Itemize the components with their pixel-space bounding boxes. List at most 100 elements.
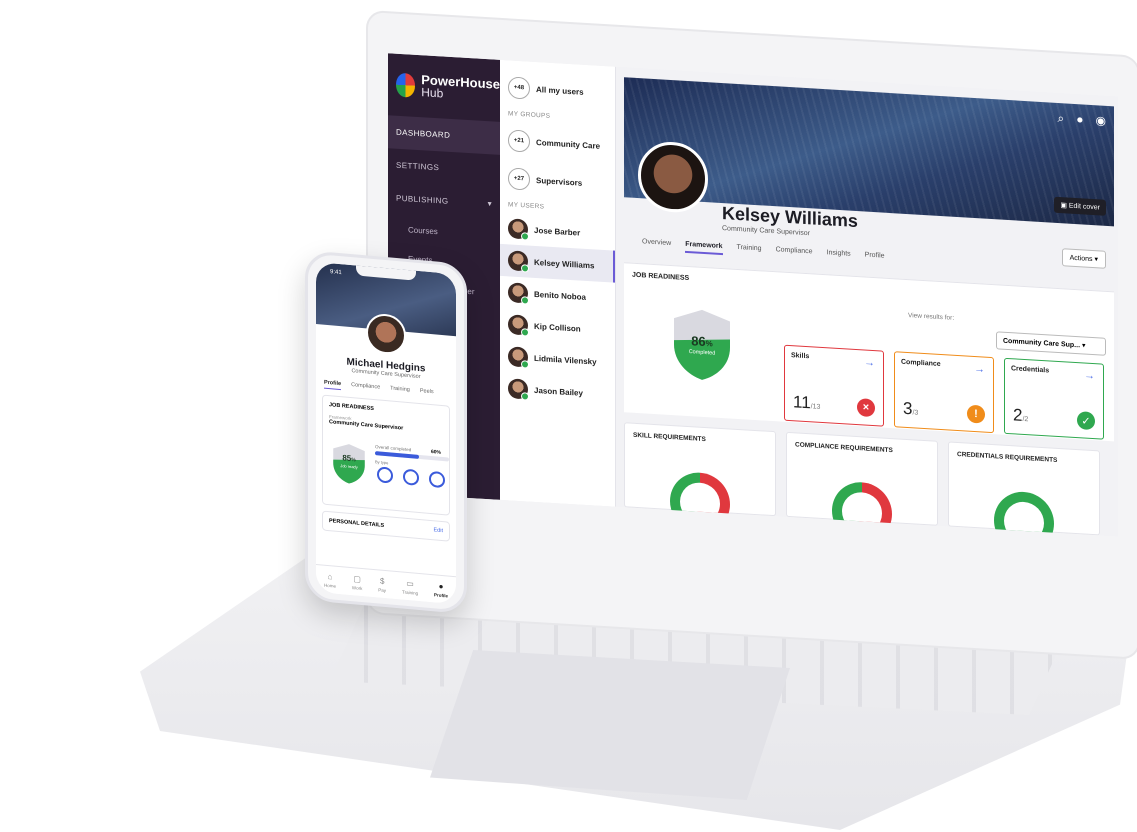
tab-profile[interactable]: Profile [865,252,885,265]
laptop-trackpad [430,650,790,800]
phone-tab-peels[interactable]: Peels [420,388,434,398]
tab-insights[interactable]: Insights [827,249,851,262]
phone-nav-profile[interactable]: ● Profile [434,581,448,598]
phone-by-type-label: By type [375,459,389,466]
users-panel: +48 All my users MY GROUPS +21 Community… [500,59,616,507]
phone-device: 9:41 Michael Hedgins Community Care Supe… [305,250,467,615]
compliance-card-value: 3/3 [903,399,918,420]
notifications-icon[interactable]: ● [1076,112,1083,127]
user-row-jason-bailey[interactable]: Jason Bailey [500,372,615,411]
avatar [508,218,528,240]
edit-cover-button[interactable]: ▣ Edit cover [1054,196,1106,216]
tab-training[interactable]: Training [737,244,762,257]
user-name: Jason Bailey [534,385,583,398]
phone-nav-label: Home [323,582,336,589]
phone-tab-profile[interactable]: Profile [324,379,342,391]
arrow-right-icon[interactable]: → [1084,370,1095,383]
phone-nav-work[interactable]: ▢ Work [352,574,362,591]
readiness-percent-value: 86 [691,333,706,350]
user-name: Lidmila Vilensky [534,353,597,367]
phone-notch [356,265,416,281]
arrow-right-icon[interactable]: → [864,356,875,369]
actions-dropdown[interactable]: Actions ▾ [1061,248,1106,269]
compliance-card[interactable]: Compliance → 3/3 ! [894,351,994,434]
job-readiness-title: JOB READINESS [632,271,690,283]
credentials-card[interactable]: Credentials → 2/2 ✓ [1004,357,1104,440]
group-label: All my users [536,84,584,97]
app-window: PowerHouse Hub DASHBOARD SETTINGS PUBLIS… [388,53,1118,537]
brand-name: PowerHouse Hub [421,72,500,103]
check-icon: ✓ [1077,411,1095,431]
credentials-card-value: 2/2 [1013,405,1028,426]
view-results-label: View results for: [908,312,955,322]
user-name: Benito Noboa [534,289,586,302]
group-label: Community Care [536,137,601,151]
arrow-right-icon[interactable]: → [974,363,985,376]
warning-icon: ! [967,404,985,424]
phone-nav-label: Training [401,588,419,596]
phone-tab-training[interactable]: Training [390,385,410,396]
nav-item-publishing-label: PUBLISHING [396,193,449,206]
phone-type-ring-2 [403,468,419,486]
phone-avatar[interactable] [366,312,406,356]
profile-main: ⌕ ● ◉ ▣ Edit cover Kelsey Williams Commu… [624,77,1114,537]
skill-requirements-title: SKILL REQUIREMENTS [633,431,706,444]
tab-compliance[interactable]: Compliance [776,246,813,260]
chevron-down-icon: ▾ [1081,342,1086,350]
skills-total: /13 [810,403,821,411]
tab-overview[interactable]: Overview [642,238,671,252]
avatar [508,378,528,400]
framework-select-value: Community Care Sup... [1003,337,1081,350]
readiness-percent-sign: % [705,339,713,349]
phone-bottom-nav: ⌂ Home ▢ Work $ Pay ▭ Training ● Profile [316,563,456,605]
compliance-requirements-donut [832,480,892,537]
brand[interactable]: PowerHouse Hub [388,53,500,122]
error-icon: × [857,398,875,418]
skills-card[interactable]: Skills → 11/13 × [784,344,884,427]
framework-select[interactable]: Community Care Sup... ▾ [996,331,1106,356]
phone-nav-label: Pay [378,586,387,593]
skills-card-value: 11/13 [793,392,820,414]
phone-nav-training[interactable]: ▭ Training [402,578,418,595]
phone-readiness-percent-sign: % [351,457,356,464]
search-icon[interactable]: ⌕ [1058,111,1065,126]
compliance-total: /3 [912,409,919,417]
edit-cover-label: Edit cover [1068,202,1100,212]
cover-image [624,77,1114,227]
credentials-requirements-donut [994,490,1054,537]
phone-nav-label: Work [351,584,363,591]
skill-requirements-donut [670,470,730,535]
profile-icon: ● [438,581,444,591]
phone-overall-progress-fill [375,451,420,460]
group-count-badge: +27 [508,167,530,191]
avatar [508,314,528,336]
home-icon: ⌂ [327,571,333,581]
credentials-total: /2 [1022,415,1029,424]
phone-tab-compliance[interactable]: Compliance [351,382,380,394]
compliance-requirements-title: COMPLIANCE REQUIREMENTS [795,441,893,455]
phone-edit-link[interactable]: Edit [434,527,443,534]
user-menu-avatar[interactable]: ◉ [1096,113,1106,129]
user-name: Kip Collison [534,321,581,334]
phone-nav-home[interactable]: ⌂ Home [324,571,336,588]
group-count-badge: +48 [508,76,530,100]
skill-requirements-card: SKILL REQUIREMENTS [624,422,776,535]
laptop-screen-bezel: PowerHouse Hub DASHBOARD SETTINGS PUBLIS… [368,12,1137,658]
group-count-badge: +21 [508,129,530,153]
avatar [508,346,528,368]
phone-screen: 9:41 Michael Hedgins Community Care Supe… [316,261,456,605]
top-icons: ⌕ ● ◉ [1058,111,1106,129]
phone-nav-pay[interactable]: $ Pay [378,576,386,593]
phone-status-time: 9:41 [330,269,342,277]
avatar [508,250,528,272]
tab-framework[interactable]: Framework [685,240,723,256]
logo-icon [396,72,416,98]
avatar [508,282,528,304]
chevron-down-icon: ▾ [1094,256,1098,264]
credentials-requirements-title: CREDENTIALS REQUIREMENTS [957,450,1058,464]
phone-nav-label: Profile [434,591,449,599]
credentials-requirements-card: CREDENTIALS REQUIREMENTS [948,441,1100,537]
user-name: Jose Barber [534,225,581,238]
phone-cover-image: 9:41 [316,261,456,356]
actions-label: Actions [1069,254,1093,264]
